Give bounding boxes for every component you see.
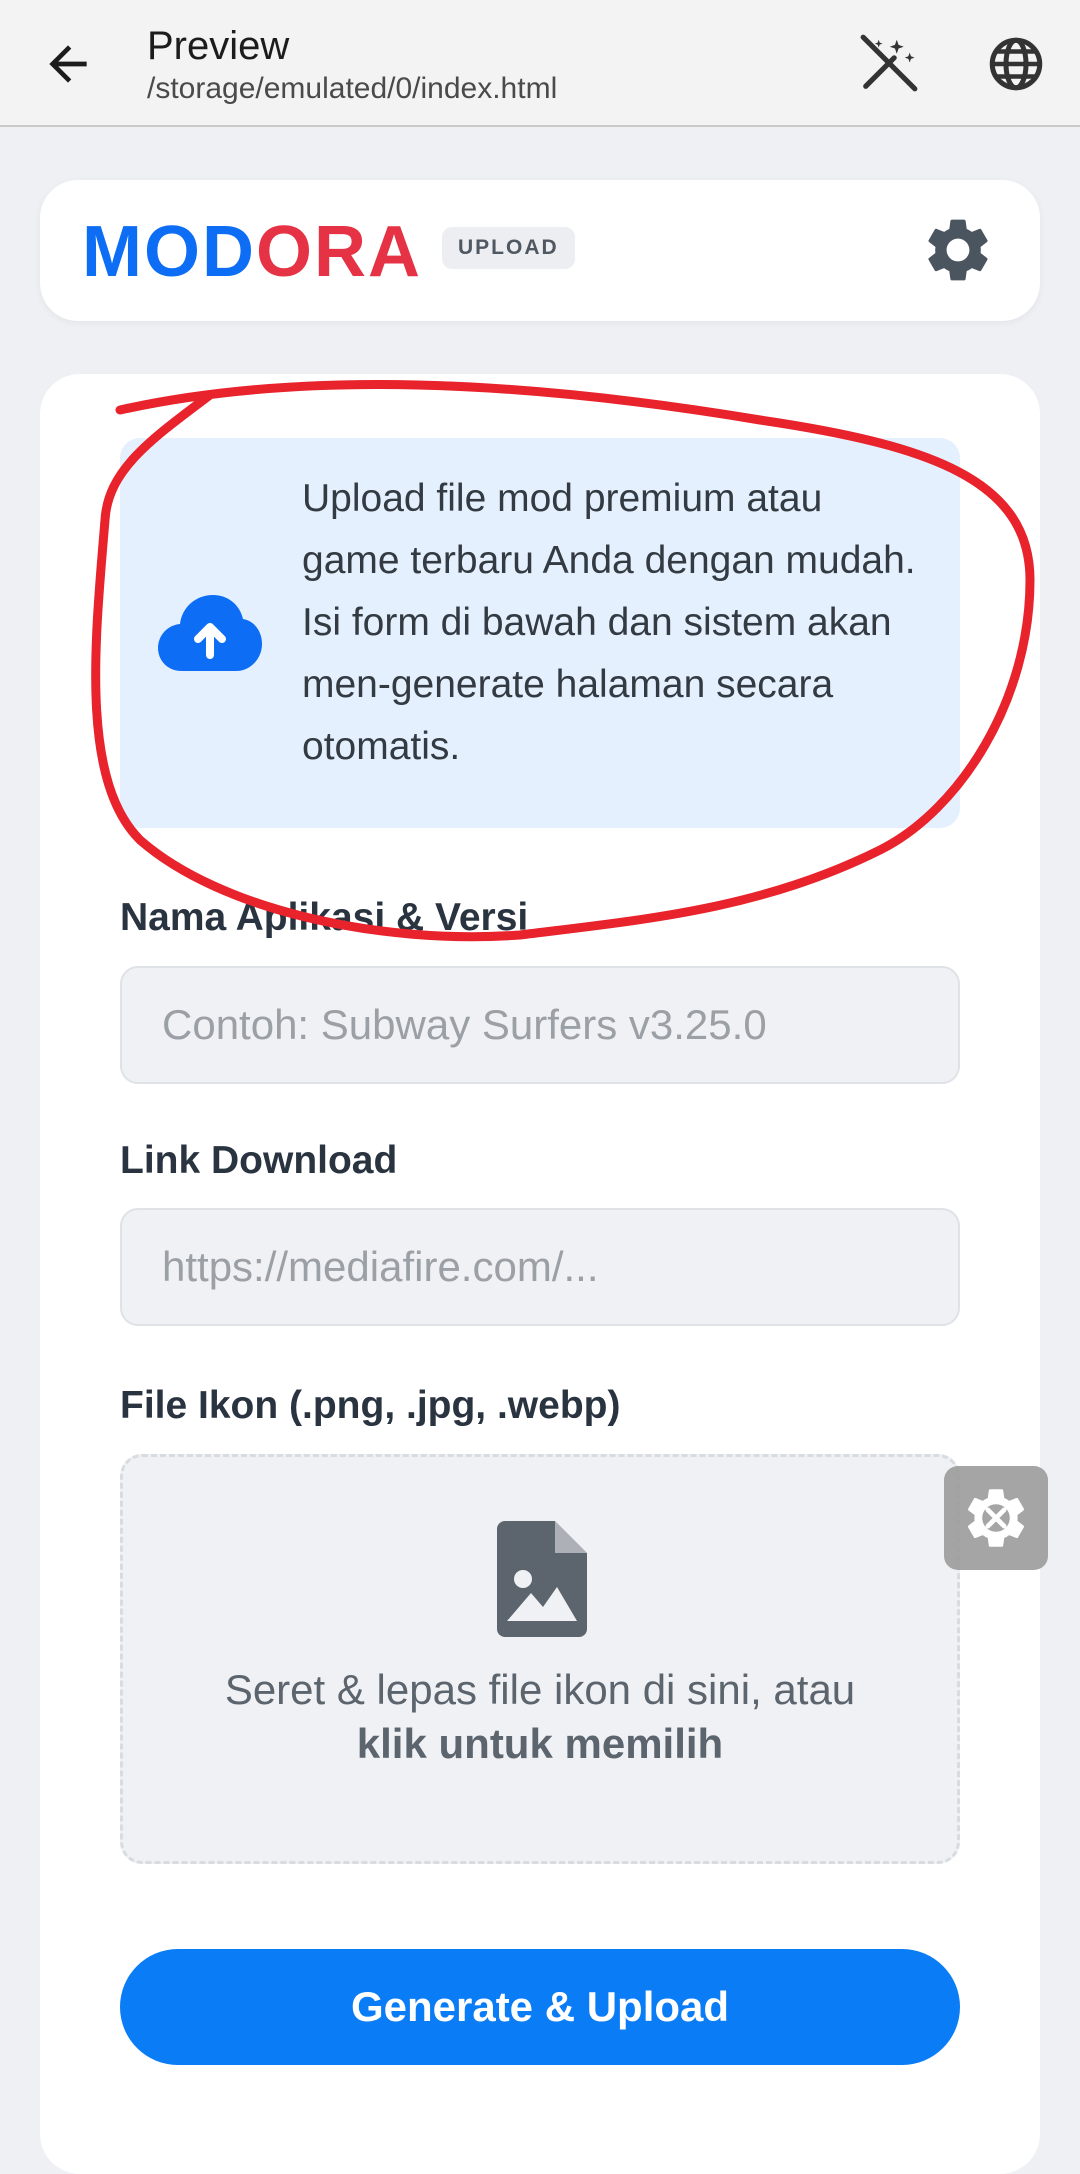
- globe-icon[interactable]: [986, 34, 1046, 94]
- download-link-label: Link Download: [120, 1139, 398, 1182]
- app-name-input[interactable]: [120, 966, 960, 1084]
- file-image-icon: [497, 1521, 587, 1637]
- magic-wand-off-icon[interactable]: [858, 32, 920, 94]
- settings-gear-icon[interactable]: [920, 212, 996, 288]
- tools-gear-icon: [967, 1489, 1025, 1547]
- back-arrow-icon[interactable]: [40, 36, 96, 92]
- app-bar: Preview /storage/emulated/0/index.html: [0, 0, 1080, 127]
- info-text: Upload file mod premium atau game terbar…: [302, 477, 916, 768]
- icon-dropzone[interactable]: Seret & lepas file ikon di sini, atau kl…: [120, 1454, 960, 1864]
- floating-tools-button[interactable]: [944, 1466, 1048, 1570]
- icon-file-label: File Ikon (.png, .jpg, .webp): [120, 1384, 621, 1427]
- generate-upload-button[interactable]: Generate & Upload: [120, 1949, 960, 2065]
- dropzone-instruction: Seret & lepas file ikon di sini, atau: [224, 1666, 856, 1713]
- file-path: /storage/emulated/0/index.html: [147, 72, 558, 105]
- dropzone-text: Seret & lepas file ikon di sini, atau kl…: [123, 1663, 957, 1771]
- cloud-upload-icon: [158, 595, 262, 671]
- app-name-label: Nama Aplikasi & Versi: [120, 896, 529, 939]
- upload-badge: UPLOAD: [442, 227, 575, 269]
- info-box: Upload file mod premium atau game terbar…: [120, 438, 960, 828]
- upload-form-card: Upload file mod premium atau game terbar…: [40, 374, 1040, 2174]
- logo-mod: MOD: [82, 212, 256, 292]
- preview-title: Preview: [147, 24, 290, 68]
- modora-logo[interactable]: MODORA: [82, 214, 422, 290]
- header-card: MODORA UPLOAD: [40, 180, 1040, 321]
- download-link-input[interactable]: [120, 1208, 960, 1326]
- dropzone-click-link[interactable]: klik untuk memilih: [123, 1717, 957, 1771]
- logo-ora: ORA: [255, 212, 422, 292]
